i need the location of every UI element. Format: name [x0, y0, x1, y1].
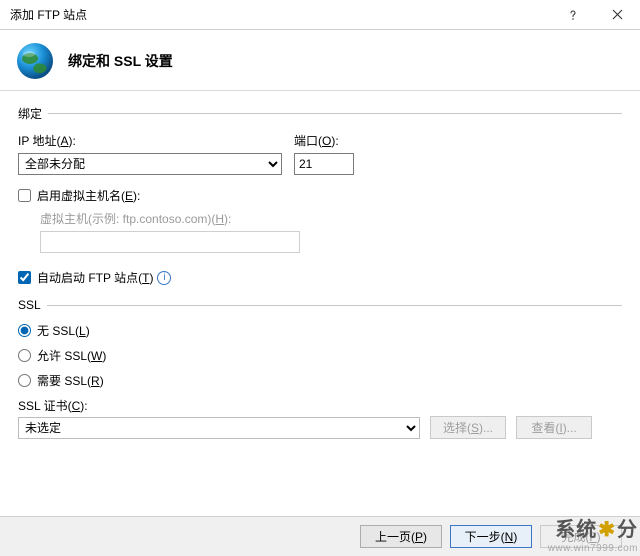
- select-cert-button: 选择(S)...: [430, 416, 506, 439]
- ip-address-label: IP 地址(A):: [18, 132, 282, 149]
- ssl-none-radio[interactable]: [18, 324, 31, 337]
- port-label: 端口(O):: [294, 132, 354, 149]
- globe-icon: [14, 40, 56, 82]
- content-pane: 绑定 IP 地址(A): 全部未分配 端口(O): 启用: [0, 91, 640, 523]
- binding-group-line: [48, 113, 622, 114]
- ip-address-select[interactable]: 全部未分配: [18, 153, 282, 175]
- page-title: 绑定和 SSL 设置: [68, 51, 173, 71]
- enable-vhost-label: 启用虚拟主机名(E):: [37, 187, 140, 204]
- ssl-require-radio[interactable]: [18, 374, 31, 387]
- binding-group-header: 绑定: [18, 105, 622, 122]
- auto-start-checkbox[interactable]: [18, 271, 31, 284]
- vhost-name-label: 虚拟主机(示例: ftp.contoso.com)(H):: [40, 212, 231, 226]
- info-icon[interactable]: i: [157, 271, 171, 285]
- view-cert-button: 查看(I)...: [516, 416, 592, 439]
- next-button[interactable]: 下一步(N): [450, 525, 532, 548]
- close-icon: [612, 9, 623, 20]
- window-title: 添加 FTP 站点: [10, 6, 550, 23]
- close-button[interactable]: [595, 0, 640, 30]
- help-button[interactable]: [550, 0, 595, 30]
- port-input[interactable]: [294, 153, 354, 175]
- enable-vhost-checkbox[interactable]: [18, 189, 31, 202]
- ip-address-field: IP 地址(A): 全部未分配: [18, 132, 282, 175]
- ssl-require-label: 需要 SSL(R): [37, 372, 104, 389]
- ssl-group-label: SSL: [18, 298, 41, 312]
- wizard-header: 绑定和 SSL 设置: [0, 30, 640, 91]
- ssl-group: SSL 无 SSL(L) 允许 SSL(W) 需要 SSL(R) SSL 证书(…: [18, 298, 622, 439]
- wizard-button-bar: 上一页(P) 下一步(N) 完成(F): [0, 516, 640, 556]
- vhost-subsection: 虚拟主机(示例: ftp.contoso.com)(H):: [40, 210, 622, 253]
- ssl-cert-select[interactable]: 未选定: [18, 417, 420, 439]
- ssl-cert-label: SSL 证书(C):: [18, 399, 88, 413]
- previous-button[interactable]: 上一页(P): [360, 525, 442, 548]
- auto-start-label: 自动启动 FTP 站点(T): [37, 269, 153, 286]
- vhost-name-input: [40, 231, 300, 253]
- binding-group-label: 绑定: [18, 105, 42, 122]
- binding-group: 绑定 IP 地址(A): 全部未分配 端口(O): 启用: [18, 105, 622, 253]
- title-bar: 添加 FTP 站点: [0, 0, 640, 30]
- ssl-allow-label: 允许 SSL(W): [37, 347, 106, 364]
- enable-vhost-row: 启用虚拟主机名(E):: [18, 187, 622, 204]
- help-icon: [567, 9, 579, 21]
- ssl-allow-radio[interactable]: [18, 349, 31, 362]
- ssl-group-header: SSL: [18, 298, 622, 312]
- ssl-group-line: [47, 305, 622, 306]
- ssl-none-label: 无 SSL(L): [37, 322, 90, 339]
- port-field: 端口(O):: [294, 132, 354, 175]
- finish-button: 完成(F): [540, 525, 622, 548]
- auto-start-row: 自动启动 FTP 站点(T) i: [18, 269, 622, 286]
